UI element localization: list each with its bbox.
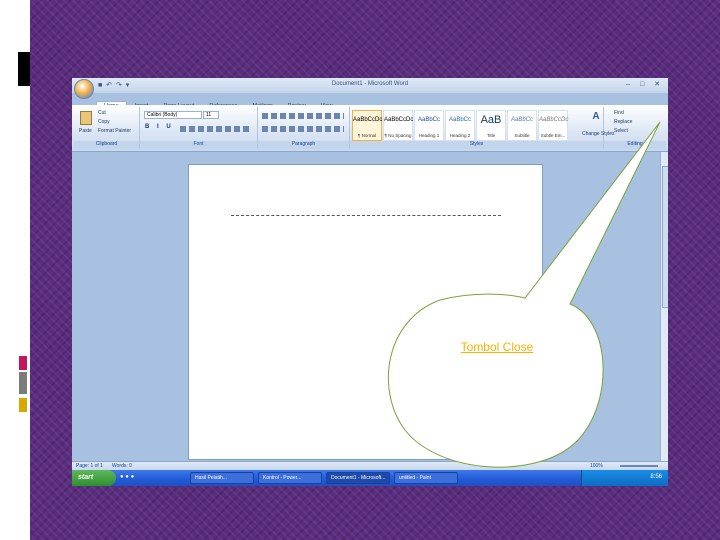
paragraph-group-label: Paragraph	[258, 141, 349, 149]
style-subtle-emphasis[interactable]: AaBbCcDc Subtle Em...	[538, 110, 568, 141]
ribbon-tabs: HomeInsertPage LayoutReferencesMailingsR…	[96, 94, 341, 110]
callout-label[interactable]: Tombol Close	[392, 340, 602, 354]
style-title[interactable]: AaB Title	[476, 110, 506, 141]
word-count[interactable]: Words: 0	[112, 463, 132, 469]
clipboard-group: Paste Cut Copy Format Painter Clipboard	[74, 107, 140, 149]
style-name: Heading 1	[418, 133, 440, 138]
style-name: Subtitle	[514, 133, 530, 138]
taskbar: start ● ● ● Hasil Pelatih... Kontrol - P…	[72, 470, 668, 486]
copy-button[interactable]: Copy	[98, 119, 110, 125]
slide-decor-yellow	[19, 398, 27, 412]
list-buttons-icon[interactable]	[262, 113, 344, 119]
font-size-select[interactable]: 11	[203, 111, 219, 119]
find-button[interactable]: Find	[614, 110, 624, 116]
style-name: Title	[486, 133, 496, 138]
title-bar: ■ ↶ ↷ ▾ Document1 - Microsoft Word – □ ✕	[72, 78, 668, 93]
paste-button[interactable]: Paste	[79, 128, 92, 134]
taskbar-item-2[interactable]: Kontrol - Power...	[258, 472, 322, 484]
slide-black-bar	[18, 52, 30, 86]
editing-group: Find Replace Select Editing	[604, 107, 666, 149]
taskbar-item-3[interactable]: Document1 - Microsoft...	[326, 472, 390, 484]
paste-icon	[80, 111, 92, 125]
font-family-select[interactable]: Calibri (Body)	[144, 111, 202, 119]
styles-group-label: Styles	[350, 141, 603, 149]
style-sample: AaBbCc	[448, 117, 471, 123]
replace-button[interactable]: Replace	[614, 119, 632, 125]
font-tools-icon[interactable]	[180, 126, 252, 132]
style-name: Heading 2	[449, 133, 471, 138]
taskbar-item-1[interactable]: Hasil Pelatih...	[190, 472, 254, 484]
font-group-label: Font	[140, 141, 257, 149]
style-sample: AaBbCc	[417, 117, 440, 123]
word-window-screenshot: ■ ↶ ↷ ▾ Document1 - Microsoft Word – □ ✕…	[72, 78, 668, 486]
font-format-buttons[interactable]: B I U	[145, 124, 174, 130]
style-subtitle[interactable]: AaBbCc Subtitle	[507, 110, 537, 141]
scroll-thumb[interactable]	[662, 166, 668, 308]
style-no-spacing[interactable]: AaBbCcDc ¶ No Spacing	[383, 110, 413, 141]
slide-decor-gray	[19, 372, 27, 394]
cut-button[interactable]: Cut	[98, 110, 106, 116]
clock: 8:56	[650, 474, 662, 480]
style-normal[interactable]: AaBbCcDc ¶ Normal	[352, 110, 382, 141]
style-sample: AaBbCcDc	[384, 117, 414, 123]
zoom-level[interactable]: 100%	[590, 463, 603, 469]
style-sample: AaBbCcDc	[353, 117, 383, 123]
vertical-scrollbar[interactable]	[660, 152, 668, 462]
alignment-buttons-icon[interactable]	[262, 126, 344, 132]
format-painter-button[interactable]: Format Painter	[98, 128, 131, 134]
style-name: ¶ No Spacing	[384, 133, 412, 138]
text-cursor-line	[231, 215, 501, 216]
office-button[interactable]	[74, 79, 94, 99]
zoom-slider[interactable]	[620, 465, 658, 467]
style-heading-2[interactable]: AaBbCc Heading 2	[445, 110, 475, 141]
style-sample: AaB	[480, 114, 502, 126]
page-count[interactable]: Page: 1 of 1	[76, 463, 103, 469]
start-button[interactable]: start	[72, 470, 116, 486]
taskbar-item-4[interactable]: untitled - Paint	[394, 472, 458, 484]
change-styles-icon: A	[592, 111, 600, 122]
style-name: ¶ Normal	[357, 133, 377, 138]
style-heading-1[interactable]: AaBbCc Heading 1	[414, 110, 444, 141]
window-title: Document1 - Microsoft Word	[331, 81, 409, 87]
slide-decor-pink	[19, 356, 27, 370]
document-page[interactable]	[188, 164, 543, 460]
clipboard-group-label: Clipboard	[74, 141, 139, 149]
system-tray: 8:56	[581, 470, 668, 486]
select-button[interactable]: Select	[614, 128, 628, 134]
window-controls[interactable]: – □ ✕	[626, 80, 664, 88]
quick-launch-icon[interactable]: ● ● ●	[120, 474, 134, 480]
styles-group: AaBbCcDc ¶ Normal AaBbCcDc ¶ No Spacing …	[350, 107, 615, 149]
style-sample: AaBbCc	[510, 117, 533, 123]
style-name: Subtle Em...	[540, 133, 566, 138]
style-sample: AaBbCcDc	[539, 117, 569, 123]
paragraph-group: Paragraph	[258, 107, 350, 149]
ribbon: Paste Cut Copy Format Painter Clipboard …	[72, 105, 668, 152]
editing-group-label: Editing	[604, 141, 666, 149]
font-group: Calibri (Body) 11 B I U Font	[140, 107, 258, 149]
